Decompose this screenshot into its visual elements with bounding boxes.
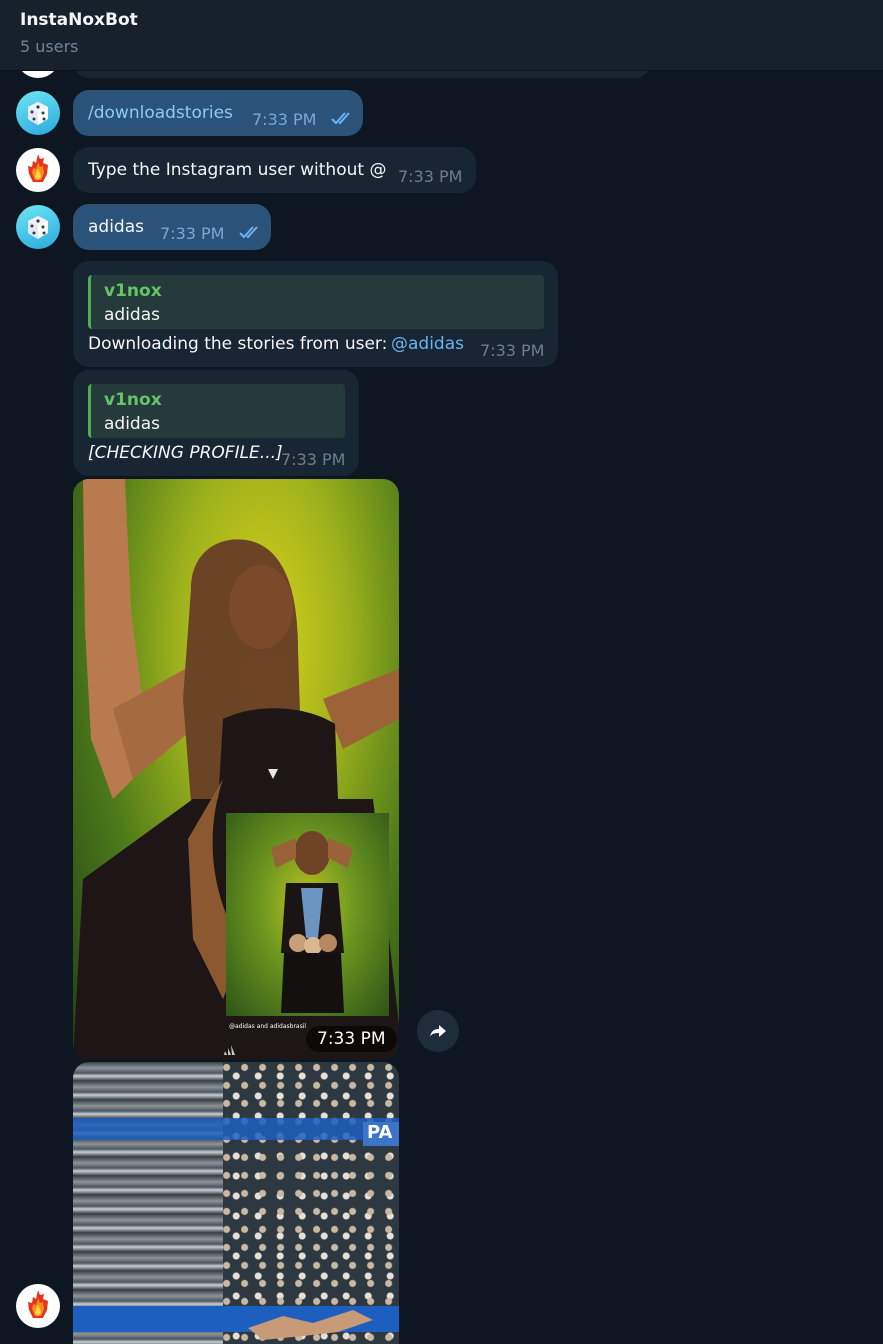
banner-text: PA — [363, 1122, 399, 1146]
message-time: 7:33 PM — [160, 224, 225, 243]
story-photo[interactable]: @adidas and adidasbrasil 7:33 PM — [73, 479, 399, 1059]
share-button[interactable] — [417, 1010, 459, 1052]
double-check-icon — [331, 112, 350, 125]
message-time: 7:33 PM — [252, 110, 317, 129]
message-bubble-incoming[interactable]: v1nox adidas [CHECKING PROFILE...] 7:33 … — [73, 370, 359, 476]
share-icon — [430, 1025, 446, 1037]
story-photo[interactable]: PA — [73, 1062, 399, 1344]
reply-text: adidas — [104, 414, 160, 434]
message-text: Type the Instagram user without @ — [88, 160, 387, 180]
adidas-logo-icon — [224, 1045, 235, 1055]
chat-title: InstaNoxBot — [20, 10, 138, 30]
chat-header[interactable]: InstaNoxBot 5 users — [0, 0, 883, 71]
message-text: adidas — [88, 217, 144, 237]
message-bubble-incoming[interactable]: Type the Instagram user without @ 7:33 P… — [73, 147, 476, 193]
fire-avatar-icon[interactable] — [16, 1284, 60, 1328]
message-time: 7:33 PM — [281, 450, 346, 469]
message-time: 7:33 PM — [398, 167, 463, 186]
bot-command-link[interactable]: /downloadstories — [88, 103, 233, 123]
motion-blur-area — [73, 1062, 238, 1344]
message-text: Downloading the stories from user: — [88, 334, 388, 354]
reply-text: adidas — [104, 305, 160, 325]
message-text: [CHECKING PROFILE...] — [88, 443, 283, 463]
photo-caption: @adidas and adidasbrasil — [229, 1023, 307, 1030]
user-mention-link[interactable]: @adidas — [391, 334, 464, 354]
dice-avatar-icon[interactable] — [16, 205, 60, 249]
reply-quote[interactable]: v1nox adidas — [88, 384, 345, 438]
fire-avatar-icon[interactable] — [16, 148, 60, 192]
reply-author: v1nox — [104, 281, 162, 301]
dice-avatar-icon[interactable] — [16, 91, 60, 135]
member-count: 5 users — [20, 37, 79, 56]
reply-quote[interactable]: v1nox adidas — [88, 275, 544, 329]
message-bubble-outgoing[interactable]: /downloadstories 7:33 PM — [73, 90, 363, 136]
message-bubble-incoming[interactable]: v1nox adidas Downloading the stories fro… — [73, 261, 558, 367]
photo-time: 7:33 PM — [306, 1026, 397, 1052]
message-time: 7:33 PM — [480, 341, 545, 360]
blue-banner-top — [73, 1118, 399, 1140]
double-check-icon — [239, 226, 258, 239]
reply-author: v1nox — [104, 390, 162, 410]
message-bubble-outgoing[interactable]: adidas 7:33 PM — [73, 204, 271, 250]
diver-figure — [248, 1310, 373, 1340]
embedded-story-photo: @adidas and adidasbrasil — [226, 813, 389, 1030]
